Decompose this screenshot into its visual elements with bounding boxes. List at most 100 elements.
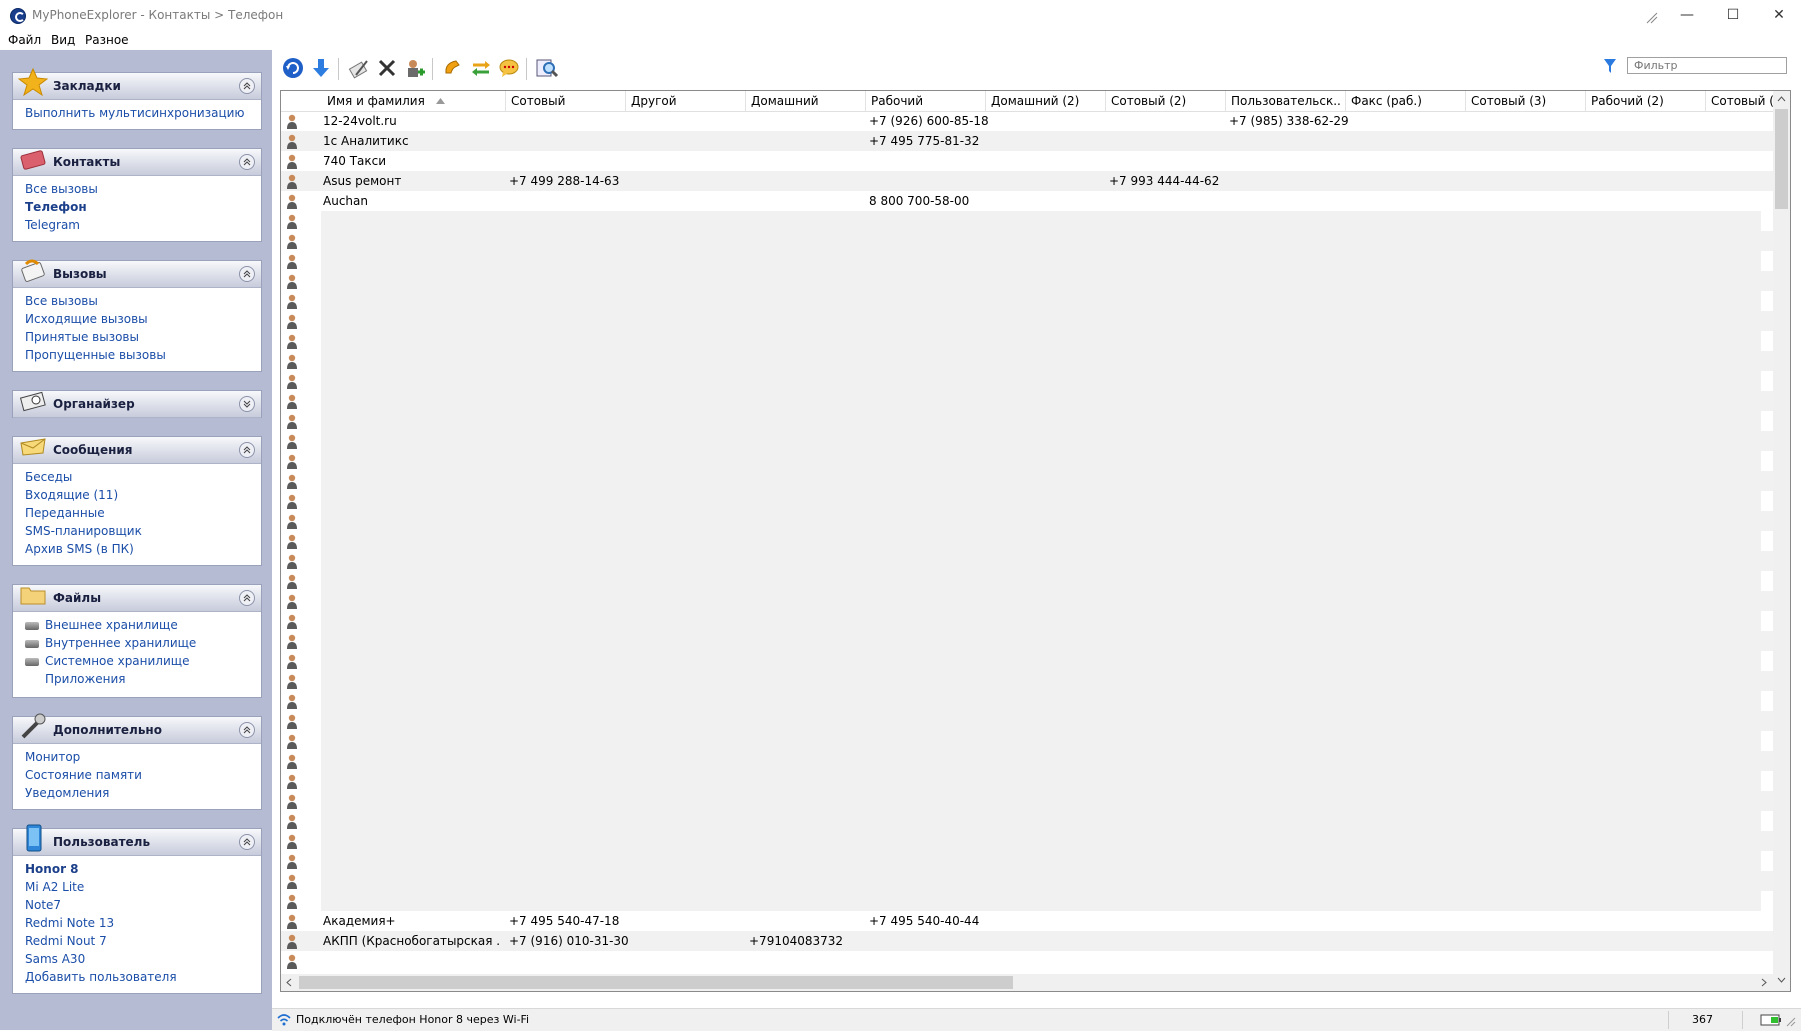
column-header-name[interactable]: Имя и фамилия bbox=[327, 94, 425, 108]
sidebar-item-outgoing[interactable]: Исходящие вызовы bbox=[25, 310, 261, 328]
collapse-icon[interactable] bbox=[239, 78, 255, 94]
download-button[interactable] bbox=[308, 55, 334, 81]
menu-misc[interactable]: Разное bbox=[85, 33, 129, 47]
table-row[interactable]: Asus ремонт +7 499 288-14-63 +7 993 444-… bbox=[281, 171, 1773, 191]
menu-file[interactable]: Файл bbox=[8, 33, 41, 47]
panel-files-header[interactable]: Файлы bbox=[13, 585, 261, 612]
menu-view[interactable]: Вид bbox=[51, 33, 75, 47]
sidebar-item-sms-archive[interactable]: Архив SMS (в ПК) bbox=[25, 540, 261, 558]
column-header-mobile[interactable]: Сотовый bbox=[511, 94, 565, 108]
contact-person-icon bbox=[287, 774, 297, 789]
search-contacts-button[interactable] bbox=[534, 55, 560, 81]
column-header-work2[interactable]: Рабочий (2) bbox=[1591, 94, 1664, 108]
scroll-right-icon[interactable] bbox=[1761, 978, 1767, 987]
folder-icon bbox=[20, 587, 46, 605]
add-contact-button[interactable] bbox=[402, 55, 428, 81]
add-user-link[interactable]: Добавить пользователя bbox=[25, 968, 261, 986]
contact-person-icon bbox=[287, 174, 297, 189]
column-header-custom[interactable]: Пользовательск... bbox=[1231, 94, 1341, 108]
sidebar-item-user-samsa30[interactable]: Sams A30 bbox=[25, 950, 261, 968]
panel-messages-header[interactable]: Сообщения bbox=[13, 437, 261, 464]
sync-button[interactable] bbox=[468, 55, 494, 81]
column-header-work[interactable]: Рабочий bbox=[871, 94, 923, 108]
horizontal-scroll-thumb[interactable] bbox=[299, 976, 1013, 989]
sidebar-item-memory[interactable]: Состояние памяти bbox=[25, 766, 261, 784]
sidebar-item-user-honor8[interactable]: Honor 8 bbox=[25, 860, 261, 878]
panel-bookmarks-header[interactable]: Закладки bbox=[13, 67, 261, 100]
call-button[interactable] bbox=[440, 55, 466, 81]
table-row[interactable]: 12-24volt.ru +7 (926) 600-85-18 +7 (985)… bbox=[281, 111, 1773, 131]
collapse-icon[interactable] bbox=[239, 154, 255, 170]
horizontal-scrollbar[interactable] bbox=[281, 974, 1773, 991]
table-row[interactable]: Академия+ +7 495 540-47-18 +7 495 540-40… bbox=[281, 911, 1773, 931]
maximize-button[interactable]: ☐ bbox=[1710, 3, 1756, 27]
sidebar-item-user-redminout7[interactable]: Redmi Nout 7 bbox=[25, 932, 261, 950]
sidebar-item-all-calls[interactable]: Все вызовы bbox=[25, 292, 261, 310]
sidebar-item-phone[interactable]: Телефон bbox=[25, 198, 261, 216]
sidebar-item-missed[interactable]: Пропущенные вызовы bbox=[25, 346, 261, 364]
vertical-scroll-thumb[interactable] bbox=[1775, 109, 1788, 209]
row-stripes bbox=[1721, 211, 1773, 911]
contact-person-icon bbox=[287, 594, 297, 609]
column-header-mobile4[interactable]: Сотовый ( bbox=[1711, 94, 1773, 108]
sidebar-item-multisync[interactable]: Выполнить мультисинхронизацию bbox=[25, 104, 261, 122]
sidebar-item-sms-scheduler[interactable]: SMS-планировщик bbox=[25, 522, 261, 540]
sidebar-item-apps[interactable]: Приложения bbox=[25, 670, 261, 688]
table-row-partial[interactable] bbox=[281, 951, 1773, 971]
contact-person-icon bbox=[287, 514, 297, 529]
sidebar-item-inbox[interactable]: Входящие (11) bbox=[25, 486, 261, 504]
panel-calls-header[interactable]: Вызовы bbox=[13, 259, 261, 288]
column-header-home[interactable]: Домашний bbox=[751, 94, 819, 108]
panel-user-header[interactable]: Пользователь bbox=[13, 824, 261, 856]
column-header-mobile2[interactable]: Сотовый (2) bbox=[1111, 94, 1186, 108]
sidebar-item-sent[interactable]: Переданные bbox=[25, 504, 261, 522]
column-header-home2[interactable]: Домашний (2) bbox=[991, 94, 1079, 108]
expand-icon[interactable] bbox=[239, 396, 255, 412]
collapse-icon[interactable] bbox=[239, 722, 255, 738]
sidebar-item-telegram[interactable]: Telegram bbox=[25, 216, 261, 234]
column-header-fax-work[interactable]: Факс (раб.) bbox=[1351, 94, 1422, 108]
filter-icon[interactable] bbox=[1603, 58, 1617, 74]
resize-grip-icon[interactable] bbox=[1786, 1017, 1796, 1027]
panel-messages: Сообщения Беседы Входящие (11) Переданны… bbox=[12, 436, 262, 566]
panel-contacts-header[interactable]: Контакты bbox=[13, 149, 261, 176]
panel-extra-header[interactable]: Дополнительно bbox=[13, 713, 261, 744]
minimize-button[interactable]: — bbox=[1664, 3, 1710, 27]
sidebar-item-user-mia2lite[interactable]: Mi A2 Lite bbox=[25, 878, 261, 896]
sidebar-item-user-redminote13[interactable]: Redmi Note 13 bbox=[25, 914, 261, 932]
table-row[interactable]: АКПП (Краснобогатырская ... +7 (916) 010… bbox=[281, 931, 1773, 951]
refresh-button[interactable] bbox=[280, 55, 306, 81]
sidebar-item-received[interactable]: Принятые вызовы bbox=[25, 328, 261, 346]
edit-button[interactable] bbox=[346, 55, 372, 81]
scroll-left-icon[interactable] bbox=[286, 978, 292, 987]
scroll-down-icon[interactable] bbox=[1777, 977, 1786, 983]
panel-organizer-header[interactable]: Органайзер bbox=[13, 391, 261, 418]
sidebar-item-internal-storage[interactable]: Внутреннее хранилище bbox=[25, 634, 261, 652]
sidebar-item-notifications[interactable]: Уведомления bbox=[25, 784, 261, 802]
collapse-icon[interactable] bbox=[239, 834, 255, 850]
sidebar-item-system-storage[interactable]: Системное хранилище bbox=[25, 652, 261, 670]
delete-button[interactable] bbox=[374, 55, 400, 81]
star-icon bbox=[18, 67, 48, 97]
table-row[interactable]: 740 Такси bbox=[281, 151, 1773, 171]
column-header-mobile3[interactable]: Сотовый (3) bbox=[1471, 94, 1546, 108]
contact-person-icon bbox=[287, 554, 297, 569]
table-row[interactable]: Auchan 8 800 700-58-00 bbox=[281, 191, 1773, 211]
collapse-icon[interactable] bbox=[239, 266, 255, 282]
contact-person-icon bbox=[287, 954, 297, 969]
collapse-icon[interactable] bbox=[239, 442, 255, 458]
sidebar-item-external-storage[interactable]: Внешнее хранилище bbox=[25, 616, 261, 634]
sidebar-item-user-note7[interactable]: Note7 bbox=[25, 896, 261, 914]
sidebar-item-monitor[interactable]: Монитор bbox=[25, 748, 261, 766]
message-button[interactable] bbox=[496, 55, 522, 81]
vertical-scrollbar[interactable] bbox=[1773, 91, 1790, 991]
scroll-up-icon[interactable] bbox=[1777, 96, 1786, 102]
column-header-other[interactable]: Другой bbox=[631, 94, 677, 108]
sidebar-item-all-calls-contacts[interactable]: Все вызовы bbox=[25, 180, 261, 198]
collapse-icon[interactable] bbox=[239, 590, 255, 606]
sidebar-item-conversations[interactable]: Беседы bbox=[25, 468, 261, 486]
table-row[interactable]: 1c Аналитикс +7 495 775-81-32 bbox=[281, 131, 1773, 151]
sort-asc-icon bbox=[436, 98, 445, 104]
close-button[interactable]: ✕ bbox=[1756, 3, 1801, 27]
filter-input[interactable] bbox=[1627, 57, 1787, 74]
